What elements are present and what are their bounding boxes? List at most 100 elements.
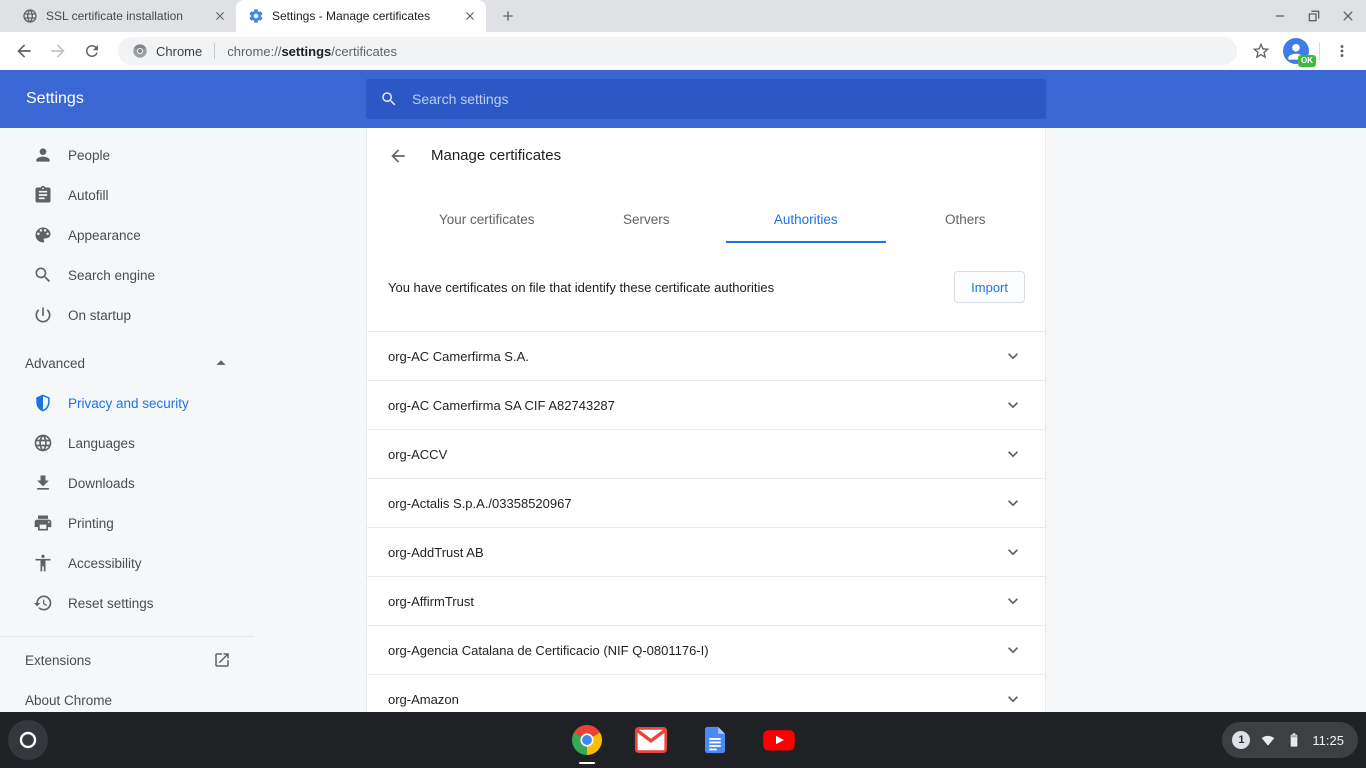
chromeos-screen: SSL certificate installation Settings - … bbox=[0, 0, 1366, 768]
shelf-app-gmail[interactable] bbox=[633, 722, 669, 758]
tab-close-icon[interactable] bbox=[212, 8, 228, 24]
shelf-app-chrome[interactable] bbox=[569, 722, 605, 758]
globe-favicon-icon bbox=[22, 8, 38, 24]
more-vert-icon bbox=[1333, 42, 1351, 60]
certificate-row[interactable]: org-AddTrust AB bbox=[367, 528, 1045, 577]
shelf-app-docs[interactable] bbox=[697, 722, 733, 758]
chevron-down-icon bbox=[1003, 493, 1023, 513]
tab-title: SSL certificate installation bbox=[46, 9, 204, 23]
sidebar-item-extensions[interactable]: Extensions bbox=[0, 640, 254, 680]
sidebar-item-label: About Chrome bbox=[25, 693, 112, 708]
sidebar-item-search-engine[interactable]: Search engine bbox=[0, 255, 254, 295]
window-minimize-button[interactable] bbox=[1270, 6, 1290, 26]
search-icon bbox=[380, 90, 398, 108]
sidebar-advanced-toggle[interactable]: Advanced bbox=[0, 343, 254, 383]
certificate-row[interactable]: org-Actalis S.p.A./03358520967 bbox=[367, 479, 1045, 528]
sidebar-item-people[interactable]: People bbox=[0, 135, 254, 175]
back-arrow-button[interactable] bbox=[388, 146, 408, 166]
certificate-row[interactable]: org-AC Camerfirma SA CIF A82743287 bbox=[367, 381, 1045, 430]
status-tray[interactable]: 1 11:25 bbox=[1222, 722, 1358, 758]
wifi-icon bbox=[1260, 732, 1276, 748]
shelf-app-youtube[interactable] bbox=[761, 722, 797, 758]
launcher-button[interactable] bbox=[8, 720, 48, 760]
tab-authorities[interactable]: Authorities bbox=[726, 195, 886, 243]
address-bar[interactable]: Chrome chrome://settings/certificates bbox=[118, 37, 1237, 65]
certificate-row[interactable]: org-Agencia Catalana de Certificacio (NI… bbox=[367, 626, 1045, 675]
sidebar-item-label: Autofill bbox=[68, 188, 109, 203]
certificate-row[interactable]: org-AffirmTrust bbox=[367, 577, 1045, 626]
star-outline-icon bbox=[1251, 41, 1271, 61]
sidebar-item-downloads[interactable]: Downloads bbox=[0, 463, 254, 503]
settings-body: People Autofill Appearance Search engine… bbox=[0, 128, 1366, 712]
printer-icon bbox=[33, 513, 53, 533]
certificate-name: org-Agencia Catalana de Certificacio (NI… bbox=[388, 643, 709, 658]
back-button[interactable] bbox=[10, 37, 38, 65]
profile-avatar[interactable]: OK bbox=[1283, 38, 1309, 64]
sidebar-item-label: Accessibility bbox=[68, 556, 142, 571]
google-docs-icon bbox=[700, 723, 730, 757]
sidebar-item-label: Search engine bbox=[68, 268, 155, 283]
sidebar-item-languages[interactable]: Languages bbox=[0, 423, 254, 463]
sidebar-item-reset-settings[interactable]: Reset settings bbox=[0, 583, 254, 623]
browser-tab-ssl-certificate[interactable]: SSL certificate installation bbox=[10, 0, 236, 32]
tab-close-icon[interactable] bbox=[462, 8, 478, 24]
certificate-list: org-AC Camerfirma S.A. org-AC Camerfirma… bbox=[367, 331, 1045, 712]
certificate-row[interactable]: org-AC Camerfirma S.A. bbox=[367, 332, 1045, 381]
sidebar-item-appearance[interactable]: Appearance bbox=[0, 215, 254, 255]
window-close-button[interactable] bbox=[1338, 6, 1358, 26]
search-icon bbox=[33, 265, 53, 285]
browser-menu-button[interactable] bbox=[1330, 39, 1354, 63]
chevron-down-icon bbox=[1003, 444, 1023, 464]
reload-icon bbox=[83, 42, 101, 60]
restore-icon bbox=[1306, 8, 1322, 24]
close-icon bbox=[1340, 8, 1356, 24]
sidebar-item-privacy-security[interactable]: Privacy and security bbox=[0, 383, 254, 423]
sidebar-item-label: Printing bbox=[68, 516, 114, 531]
settings-app-title: Settings bbox=[26, 90, 84, 108]
certificate-name: org-AC Camerfirma S.A. bbox=[388, 349, 529, 364]
sidebar-item-label: On startup bbox=[68, 308, 131, 323]
settings-search-input[interactable] bbox=[412, 91, 1032, 107]
toolbar-divider bbox=[1319, 42, 1320, 60]
chevron-down-icon bbox=[1003, 689, 1023, 709]
sidebar-item-label: Reset settings bbox=[68, 596, 154, 611]
sidebar-item-label: Privacy and security bbox=[68, 396, 189, 411]
certificate-name: org-ACCV bbox=[388, 447, 447, 462]
certificate-row[interactable]: org-ACCV bbox=[367, 430, 1045, 479]
globe-icon bbox=[33, 433, 53, 453]
settings-header: Settings bbox=[0, 70, 1366, 128]
sidebar-item-on-startup[interactable]: On startup bbox=[0, 295, 254, 335]
browser-tab-settings[interactable]: Settings - Manage certificates bbox=[236, 0, 486, 32]
window-restore-button[interactable] bbox=[1304, 6, 1324, 26]
sidebar-item-label: Extensions bbox=[25, 653, 91, 668]
sidebar-item-autofill[interactable]: Autofill bbox=[0, 175, 254, 215]
bookmark-star-button[interactable] bbox=[1249, 39, 1273, 63]
import-button[interactable]: Import bbox=[954, 271, 1025, 303]
tab-others[interactable]: Others bbox=[886, 195, 1046, 243]
settings-search-box[interactable] bbox=[366, 79, 1046, 119]
certificate-name: org-AC Camerfirma SA CIF A82743287 bbox=[388, 398, 615, 413]
reload-button[interactable] bbox=[78, 37, 106, 65]
person-icon bbox=[33, 145, 53, 165]
history-restore-icon bbox=[33, 593, 53, 613]
sidebar-item-accessibility[interactable]: Accessibility bbox=[0, 543, 254, 583]
plus-icon bbox=[500, 8, 516, 24]
sidebar-item-printing[interactable]: Printing bbox=[0, 503, 254, 543]
sidebar-divider bbox=[0, 636, 254, 637]
authorities-info-row: You have certificates on file that ident… bbox=[388, 271, 1025, 303]
advanced-label: Advanced bbox=[25, 356, 85, 371]
new-tab-button[interactable] bbox=[496, 4, 520, 28]
chevron-down-icon bbox=[1003, 640, 1023, 660]
forward-button[interactable] bbox=[44, 37, 72, 65]
launcher-circle-icon bbox=[18, 730, 38, 750]
manage-certificates-card: Manage certificates Your certificates Se… bbox=[366, 128, 1046, 712]
window-controls bbox=[1270, 0, 1358, 32]
omnibox-divider bbox=[214, 43, 215, 59]
palette-icon bbox=[33, 225, 53, 245]
tab-servers[interactable]: Servers bbox=[567, 195, 727, 243]
arrow-back-icon bbox=[14, 41, 34, 61]
browser-tab-strip: SSL certificate installation Settings - … bbox=[0, 0, 1366, 32]
tab-your-certificates[interactable]: Your certificates bbox=[407, 195, 567, 243]
certificate-row[interactable]: org-Amazon bbox=[367, 675, 1045, 712]
sidebar-item-label: Downloads bbox=[68, 476, 135, 491]
